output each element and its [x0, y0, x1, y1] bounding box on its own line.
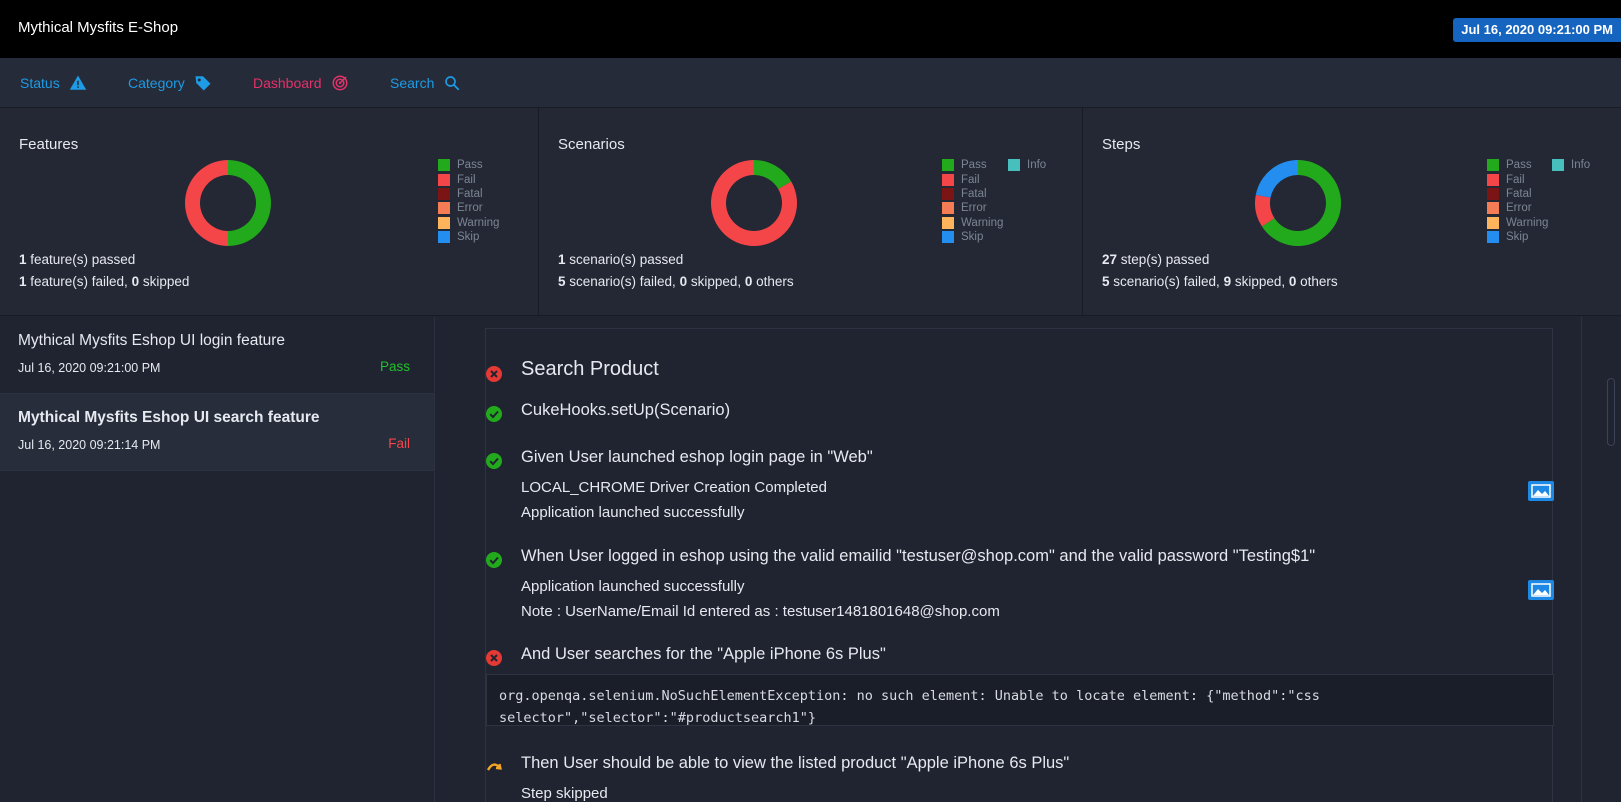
legend-skip: Skip — [1487, 230, 1548, 244]
legend-fatal: Fatal — [942, 187, 1003, 201]
steps-summary-line2: 5 scenario(s) failed, 9 skipped, 0 other… — [1102, 274, 1338, 289]
features-donut-chart — [185, 160, 271, 246]
scroll-divider — [1581, 317, 1582, 802]
steps-summary-line1: 27 step(s) passed — [1102, 252, 1210, 267]
legend-pass: Pass — [942, 158, 1003, 172]
steps-donut-chart — [1255, 160, 1341, 246]
features-card-title: Features — [19, 136, 79, 153]
features-card: Features Pass Fail Fatal Error Warning S… — [0, 108, 539, 316]
fail-icon — [486, 366, 502, 382]
screenshot-button[interactable] — [1528, 481, 1554, 501]
image-icon — [1531, 583, 1551, 597]
legend-fail: Fail — [942, 172, 1003, 186]
steps-card: Steps Pass Fail Fatal Error Warning Skip… — [1083, 108, 1621, 316]
legend-info: Info — [1552, 158, 1590, 172]
feature-item[interactable]: Mythical Mysfits Eshop UI login feature … — [0, 317, 434, 394]
donut-slice-pass[interactable] — [754, 160, 792, 189]
tag-icon — [195, 76, 211, 91]
step-text: Then User should be able to view the lis… — [521, 754, 1070, 772]
error-stacktrace-box[interactable]: org.openqa.selenium.NoSuchElementExcepti… — [486, 674, 1554, 726]
legend-fail: Fail — [438, 172, 499, 186]
summary-cards: Features Pass Fail Fatal Error Warning S… — [0, 108, 1621, 316]
step-text: When User logged in eshop using the vali… — [521, 547, 1316, 565]
nav-dashboard[interactable]: Dashboard — [253, 74, 349, 92]
donut-slice-fail[interactable] — [185, 160, 228, 246]
warning-icon — [69, 75, 86, 90]
legend-fatal: Fatal — [438, 187, 499, 201]
step-log: Note : UserName/Email Id entered as : te… — [521, 603, 1000, 620]
nav-bar: Status Category Dashboard Search — [0, 58, 1621, 108]
scenarios-summary-line1: 1 scenario(s) passed — [558, 252, 684, 267]
nav-search-label: Search — [390, 75, 435, 91]
scenarios-donut-chart — [711, 160, 797, 246]
steps-card-title: Steps — [1102, 136, 1141, 153]
nav-category[interactable]: Category — [128, 74, 212, 92]
scenario-detail: Search Product CukeHooks.setUp(Scenario)… — [436, 317, 1621, 802]
steps-legend: Pass Fail Fatal Error Warning Skip — [1487, 158, 1548, 244]
legend-error: Error — [438, 201, 499, 215]
step-text: CukeHooks.setUp(Scenario) — [521, 401, 731, 419]
fail-icon — [486, 650, 502, 666]
nav-status-label: Status — [20, 75, 60, 91]
report-date-badge: Jul 16, 2020 09:21:00 PM — [1453, 18, 1621, 42]
features-legend: Pass Fail Fatal Error Warning Skip — [438, 158, 499, 244]
nav-dashboard-label: Dashboard — [253, 75, 322, 91]
donut-slice-pass[interactable] — [228, 160, 271, 246]
steps-legend-info: Info — [1552, 158, 1590, 172]
feature-list: Mythical Mysfits Eshop UI login feature … — [0, 317, 435, 802]
scenarios-card-title: Scenarios — [558, 136, 625, 153]
legend-info: Info — [1008, 158, 1046, 172]
pass-icon — [486, 453, 502, 469]
top-bar: Mythical Mysfits E-Shop Jul 16, 2020 09:… — [0, 0, 1621, 58]
legend-warning: Warning — [942, 216, 1003, 230]
step-text: Given User launched eshop login page in … — [521, 448, 873, 466]
scenario-title: Search Product — [521, 358, 659, 380]
legend-pass: Pass — [438, 158, 499, 172]
nav-category-label: Category — [128, 75, 185, 91]
step-text: And User searches for the "Apple iPhone … — [521, 645, 886, 663]
feature-item[interactable]: Mythical Mysfits Eshop UI search feature… — [0, 394, 434, 471]
scenarios-legend-info: Info — [1008, 158, 1046, 172]
image-icon — [1531, 484, 1551, 498]
pass-icon — [486, 552, 502, 568]
screenshot-button[interactable] — [1528, 580, 1554, 600]
step-log: Application launched successfully — [521, 578, 745, 595]
pass-icon — [486, 406, 502, 422]
nav-status[interactable]: Status — [20, 74, 87, 92]
feature-status: Fail — [388, 436, 410, 451]
legend-warning: Warning — [1487, 216, 1548, 230]
skip-icon — [486, 763, 502, 771]
dashboard-icon — [332, 75, 347, 91]
scenarios-summary-line2: 5 scenario(s) failed, 0 skipped, 0 other… — [558, 274, 794, 289]
features-summary-line1: 1 feature(s) passed — [19, 252, 136, 267]
features-summary-line2: 1 feature(s) failed, 0 skipped — [19, 274, 190, 289]
legend-skip: Skip — [942, 230, 1003, 244]
legend-skip: Skip — [438, 230, 499, 244]
legend-fatal: Fatal — [1487, 187, 1548, 201]
error-message: org.openqa.selenium.NoSuchElementExcepti… — [499, 688, 1320, 726]
app-title: Mythical Mysfits E-Shop — [18, 19, 179, 36]
donut-slice-skip[interactable] — [1255, 160, 1298, 198]
feature-date: Jul 16, 2020 09:21:00 PM — [18, 361, 161, 375]
scenarios-legend: Pass Fail Fatal Error Warning Skip — [942, 158, 1003, 244]
step-log: Application launched successfully — [521, 504, 745, 521]
step-log: LOCAL_CHROME Driver Creation Completed — [521, 479, 827, 496]
feature-title: Mythical Mysfits Eshop UI search feature — [18, 409, 320, 426]
search-icon — [445, 76, 460, 91]
step-log: Step skipped — [521, 785, 608, 802]
nav-search[interactable]: Search — [390, 74, 461, 92]
legend-fail: Fail — [1487, 172, 1548, 186]
feature-date: Jul 16, 2020 09:21:14 PM — [18, 438, 161, 452]
legend-pass: Pass — [1487, 158, 1548, 172]
feature-status: Pass — [379, 359, 410, 374]
legend-warning: Warning — [438, 216, 499, 230]
legend-error: Error — [942, 201, 1003, 215]
scenarios-card: Scenarios Pass Fail Fatal Error Warning … — [539, 108, 1083, 316]
legend-error: Error — [1487, 201, 1548, 215]
scrollbar[interactable] — [1607, 378, 1615, 446]
feature-title: Mythical Mysfits Eshop UI login feature — [18, 332, 286, 349]
